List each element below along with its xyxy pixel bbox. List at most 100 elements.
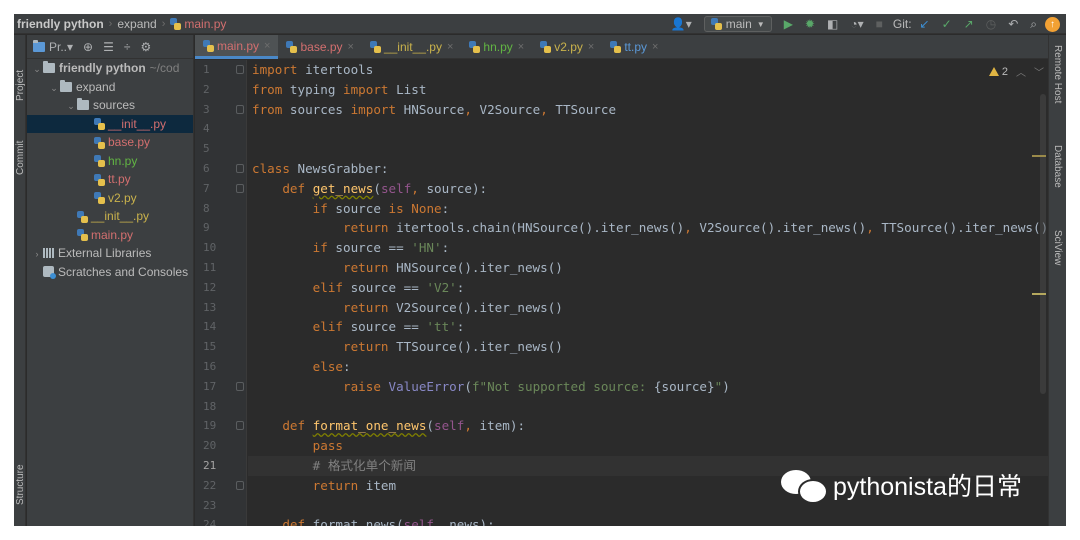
user-icon[interactable]: 👤▾ <box>671 17 692 31</box>
tree-item[interactable]: main.py <box>27 226 193 245</box>
remote-host-tool-button[interactable]: Remote Host <box>1052 45 1063 103</box>
tree-item[interactable]: Scratches and Consoles <box>27 263 193 282</box>
line-number[interactable]: 1 <box>195 60 246 80</box>
close-icon[interactable]: × <box>518 41 524 53</box>
line-number[interactable]: 21 <box>195 456 246 476</box>
close-icon[interactable]: × <box>652 41 658 53</box>
line-number[interactable]: 8 <box>195 199 246 219</box>
tree-item[interactable]: ⌄ friendly python ~/cod <box>27 59 193 78</box>
line-number[interactable]: 14 <box>195 317 246 337</box>
git-update-icon[interactable]: ↙ <box>920 17 930 31</box>
line-number[interactable]: 23 <box>195 496 246 516</box>
debug-icon[interactable]: ✹ <box>805 17 815 31</box>
line-number[interactable]: 7 <box>195 179 246 199</box>
locate-icon[interactable]: ⊕ <box>83 40 93 54</box>
line-number[interactable]: 12 <box>195 278 246 298</box>
editor-tab[interactable]: tt.py × <box>602 35 666 59</box>
chevron-up-icon[interactable]: ︿ <box>1016 64 1026 79</box>
code-line: def format_one_news(self, item): <box>248 416 1048 436</box>
sciview-tool-button[interactable]: SciView <box>1052 230 1063 265</box>
fold-icon[interactable] <box>236 65 244 74</box>
tree-item[interactable]: › External Libraries <box>27 244 193 263</box>
tree-item[interactable]: hn.py <box>27 152 193 171</box>
fold-icon[interactable] <box>236 421 244 431</box>
line-number[interactable]: 3 <box>195 100 246 120</box>
close-icon[interactable]: × <box>348 41 354 53</box>
code-token: V2Source <box>471 101 541 117</box>
breadcrumb-file[interactable]: main.py <box>184 17 226 31</box>
line-number[interactable]: 20 <box>195 436 246 456</box>
structure-tool-button[interactable]: Structure <box>15 464 26 505</box>
code-token: from <box>252 101 283 117</box>
inspection-widget[interactable]: 2 ︿ ﹀ <box>988 64 1044 79</box>
editor-tab[interactable]: v2.py × <box>532 35 602 59</box>
line-number[interactable]: 16 <box>195 357 246 377</box>
tree-item[interactable]: base.py <box>27 133 193 152</box>
rollback-icon[interactable]: ↶ <box>1008 17 1018 31</box>
ide-update-icon[interactable]: ↑ <box>1045 16 1060 32</box>
project-tool-button[interactable]: Project <box>15 70 26 101</box>
tree-item[interactable]: v2.py <box>27 189 193 208</box>
chevron-right-icon[interactable]: › <box>31 245 43 263</box>
line-number[interactable]: 2 <box>195 80 246 100</box>
close-icon[interactable]: × <box>447 41 453 53</box>
line-number[interactable]: 18 <box>195 397 246 417</box>
tree-item[interactable]: __init__.py <box>27 207 193 226</box>
code-token: item): <box>471 418 526 434</box>
chevron-down-icon[interactable]: ⌄ <box>31 60 43 78</box>
chevron-down-icon[interactable]: ﹀ <box>1034 64 1044 79</box>
editor-tab[interactable]: main.py × <box>195 35 279 59</box>
scroll-warning-marker[interactable] <box>1032 155 1046 157</box>
scroll-warning-marker[interactable] <box>1032 293 1046 295</box>
tree-item[interactable]: ⌄ expand <box>27 78 193 97</box>
close-icon[interactable]: × <box>588 41 594 53</box>
line-number[interactable]: 19 <box>195 416 246 436</box>
line-number[interactable]: 9 <box>195 218 246 238</box>
editor-tab[interactable]: base.py × <box>278 35 361 59</box>
search-icon[interactable]: ⌕ <box>1030 17 1037 32</box>
line-number[interactable]: 5 <box>195 139 246 159</box>
fold-icon[interactable] <box>236 480 244 490</box>
line-number[interactable]: 6 <box>195 159 246 179</box>
gear-icon[interactable]: ⚙ <box>140 40 151 54</box>
breadcrumb-project[interactable]: friendly python <box>17 17 104 31</box>
code-editor[interactable]: import itertools from typing import List f… <box>248 60 1048 526</box>
close-icon[interactable]: × <box>264 40 270 52</box>
fold-icon[interactable] <box>236 381 244 391</box>
line-number[interactable]: 13 <box>195 298 246 318</box>
line-number[interactable]: 11 <box>195 258 246 278</box>
fold-icon[interactable] <box>236 183 244 193</box>
profile-icon[interactable]: ◔▾ <box>850 17 863 31</box>
git-push-icon[interactable]: ↗ <box>964 17 974 31</box>
line-number[interactable]: 17 <box>195 377 246 397</box>
line-number[interactable]: 22 <box>195 476 246 496</box>
tree-item[interactable]: tt.py <box>27 170 193 189</box>
line-number[interactable]: 24 <box>195 515 246 526</box>
git-commit-icon[interactable]: ✓ <box>942 17 952 31</box>
collapse-all-icon[interactable]: ÷ <box>124 40 131 54</box>
editor-tab[interactable]: __init__.py × <box>362 35 461 59</box>
line-number[interactable]: 10 <box>195 238 246 258</box>
database-tool-button[interactable]: Database <box>1052 145 1063 188</box>
editor-tab[interactable]: hn.py × <box>461 35 532 59</box>
line-number[interactable]: 15 <box>195 337 246 357</box>
run-configuration-select[interactable]: main ▼ <box>703 16 772 32</box>
fold-icon[interactable] <box>236 163 244 173</box>
fold-icon[interactable] <box>236 104 244 114</box>
line-number[interactable]: 4 <box>195 119 246 139</box>
tree-item[interactable]: ⌄ sources <box>27 96 193 115</box>
chevron-down-icon[interactable]: ⌄ <box>48 79 60 97</box>
tree-item[interactable]: __init__.py <box>27 114 193 133</box>
history-icon[interactable]: ◷ <box>986 17 996 31</box>
coverage-icon[interactable]: ◧ <box>827 17 838 31</box>
stop-icon[interactable]: ■ <box>876 17 883 31</box>
code-token: source == <box>327 240 412 256</box>
chevron-down-icon[interactable]: ⌄ <box>65 97 77 115</box>
project-view-selector[interactable]: Pr..▾ <box>49 40 73 54</box>
breadcrumb-folder[interactable]: expand <box>117 17 156 31</box>
editor-scrollbar[interactable] <box>1040 94 1046 394</box>
run-icon[interactable]: ▶ <box>784 17 793 31</box>
expand-all-icon[interactable]: ☰ <box>103 40 114 54</box>
commit-tool-button[interactable]: Commit <box>15 141 26 175</box>
line-number-gutter: 1 2 3 4 5 6 7 8 9 10 11 12 13 14 15 16 17 18 19 20 21 22 23 24 <box>195 60 247 526</box>
